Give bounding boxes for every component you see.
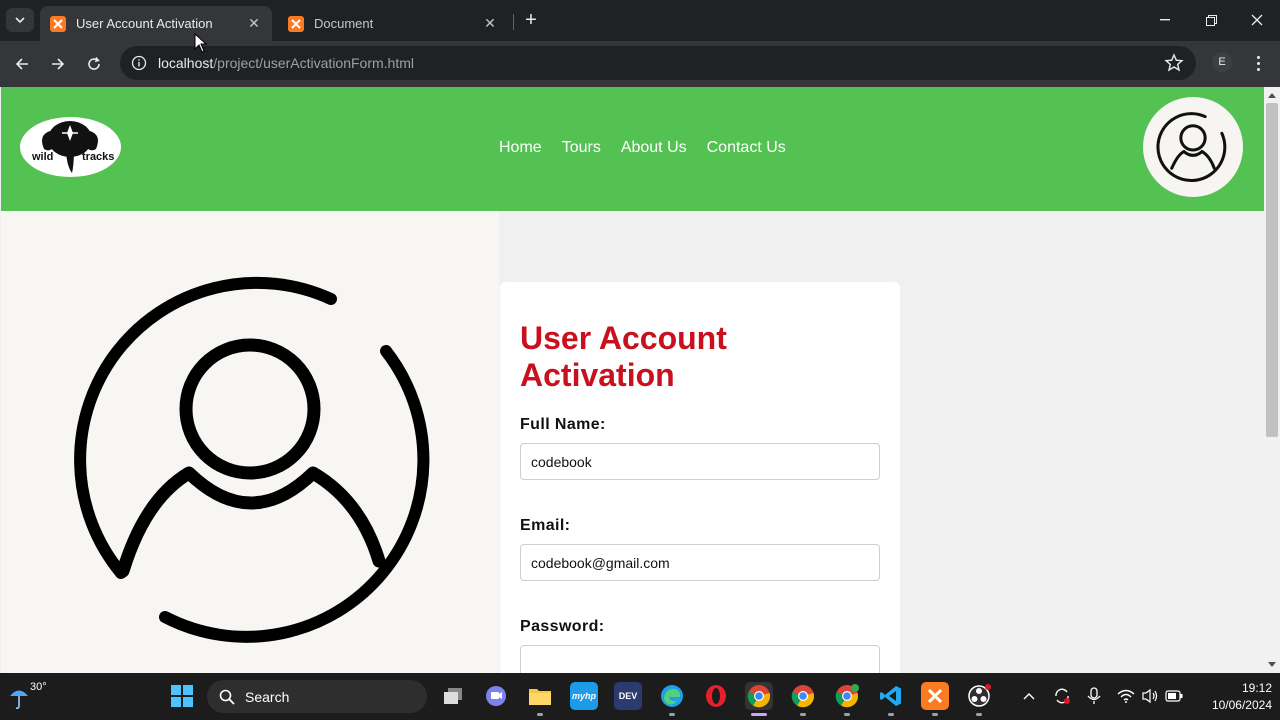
- running-indicator: [976, 713, 982, 716]
- new-tab-plus-icon[interactable]: +: [520, 8, 542, 32]
- page-viewport: wild tracks Home Tours About Us Contact …: [0, 87, 1280, 673]
- url-text: localhost/project/userActivationForm.htm…: [158, 55, 414, 71]
- tab-document[interactable]: Document ✕: [278, 6, 508, 41]
- vscode-icon[interactable]: [877, 682, 905, 710]
- running-indicator: [888, 713, 894, 716]
- wifi-icon[interactable]: [1116, 686, 1136, 706]
- scroll-thumb[interactable]: [1266, 103, 1278, 437]
- running-indicator: [537, 713, 543, 716]
- myhp-icon[interactable]: myhp: [570, 682, 598, 710]
- nav-about-us-link[interactable]: About Us: [621, 139, 687, 157]
- back-arrow-icon[interactable]: [7, 49, 37, 79]
- nav-home-link[interactable]: Home: [499, 139, 542, 157]
- chrome-badge-icon[interactable]: [833, 682, 861, 710]
- system-clock[interactable]: 19:12 10/06/2024: [1196, 680, 1272, 714]
- restore-icon[interactable]: [1188, 0, 1234, 40]
- reload-icon[interactable]: [79, 49, 109, 79]
- edge-icon[interactable]: [658, 682, 686, 710]
- logo-text-wild: wild: [32, 151, 54, 163]
- search-placeholder: Search: [245, 688, 290, 705]
- weather-temperature: 30°: [30, 681, 47, 693]
- running-indicator: [669, 713, 675, 716]
- running-indicator: [932, 713, 938, 716]
- browser-toolbar: localhost/project/userActivationForm.htm…: [0, 41, 1280, 87]
- sync-icon[interactable]: [1052, 686, 1072, 706]
- opera-icon[interactable]: [702, 682, 730, 710]
- umbrella-icon: [10, 690, 28, 710]
- form-title-line-2: Activation: [520, 357, 675, 393]
- close-tab-icon[interactable]: ✕: [246, 15, 262, 32]
- user-avatar-illustration-icon: [74, 276, 430, 643]
- password-input[interactable]: [520, 645, 880, 673]
- main-nav: Home Tours About Us Contact Us: [499, 139, 786, 157]
- windows-taskbar: 30° Search myhp DEV 19:12 10/06/2024: [0, 673, 1280, 720]
- site-info-icon[interactable]: [130, 54, 148, 72]
- nav-tours-link[interactable]: Tours: [562, 139, 601, 157]
- chevron-up-icon[interactable]: [1019, 686, 1039, 706]
- bookmark-star-icon[interactable]: [1164, 53, 1184, 73]
- battery-icon[interactable]: [1164, 686, 1184, 706]
- full-name-label: Full Name:: [520, 416, 606, 433]
- browser-tab-bar: User Account Activation ✕ Document ✕ +: [0, 0, 1280, 41]
- teams-icon[interactable]: [482, 682, 510, 710]
- activation-form-card: User Account Activation Full Name: Email…: [500, 282, 900, 673]
- weather-widget[interactable]: 30°: [8, 679, 48, 713]
- tab-user-account-activation[interactable]: User Account Activation ✕: [40, 6, 272, 41]
- chrome-icon[interactable]: [745, 682, 773, 710]
- elephant-logo-icon: [42, 121, 98, 173]
- user-profile-icon[interactable]: [1143, 97, 1243, 197]
- chevron-down-icon: [15, 17, 25, 24]
- url-path: /project/userActivationForm.html: [213, 55, 414, 71]
- email-label: Email:: [520, 517, 571, 534]
- scroll-down-arrow-icon[interactable]: [1268, 662, 1276, 667]
- url-host: localhost: [158, 55, 214, 71]
- close-window-icon[interactable]: [1234, 0, 1280, 40]
- form-title-line-1: User Account: [520, 320, 727, 356]
- chrome-profile-icon[interactable]: [789, 682, 817, 710]
- wildtracks-logo[interactable]: wild tracks: [20, 117, 121, 177]
- page-scrollbar[interactable]: [1264, 87, 1280, 673]
- active-app-indicator: [751, 713, 767, 716]
- forward-arrow-icon[interactable]: [43, 49, 73, 79]
- tab-search-dropdown[interactable]: [6, 8, 34, 32]
- clock-time: 19:12: [1241, 681, 1272, 695]
- form-title: User Account Activation: [520, 320, 880, 394]
- tab-title: Document: [314, 16, 374, 31]
- logo-text-tracks: tracks: [82, 151, 115, 163]
- xampp-favicon-icon: [288, 15, 304, 32]
- full-name-input[interactable]: [520, 443, 880, 480]
- xampp-icon[interactable]: [921, 682, 949, 710]
- running-indicator: [844, 713, 850, 716]
- obs-icon[interactable]: [965, 682, 993, 710]
- nav-contact-us-link[interactable]: Contact Us: [707, 139, 786, 157]
- mouse-cursor-icon: [194, 33, 208, 53]
- microphone-icon[interactable]: [1084, 686, 1104, 706]
- clock-date: 10/06/2024: [1211, 698, 1272, 712]
- close-tab-icon[interactable]: ✕: [482, 15, 498, 32]
- profile-avatar[interactable]: E: [1212, 52, 1232, 72]
- start-icon[interactable]: [168, 682, 196, 710]
- site-header: wild tracks Home Tours About Us Contact …: [1, 87, 1264, 211]
- email-input[interactable]: [520, 544, 880, 581]
- task-view-icon[interactable]: [439, 682, 467, 710]
- running-indicator: [800, 713, 806, 716]
- illustration-panel: [1, 211, 499, 673]
- volume-icon[interactable]: [1140, 686, 1160, 706]
- browser-menu-icon[interactable]: [1250, 51, 1266, 75]
- minimize-icon[interactable]: [1142, 0, 1188, 40]
- tab-separator: [513, 14, 514, 30]
- password-label: Password:: [520, 618, 605, 635]
- tab-title: User Account Activation: [76, 16, 213, 31]
- xampp-favicon-icon: [50, 15, 66, 32]
- address-bar[interactable]: localhost/project/userActivationForm.htm…: [120, 46, 1196, 80]
- search-icon: [219, 689, 235, 705]
- dev-home-icon[interactable]: DEV: [614, 682, 642, 710]
- taskbar-search-box[interactable]: Search: [207, 680, 427, 713]
- scroll-up-arrow-icon[interactable]: [1268, 93, 1276, 98]
- file-explorer-icon[interactable]: [526, 682, 554, 710]
